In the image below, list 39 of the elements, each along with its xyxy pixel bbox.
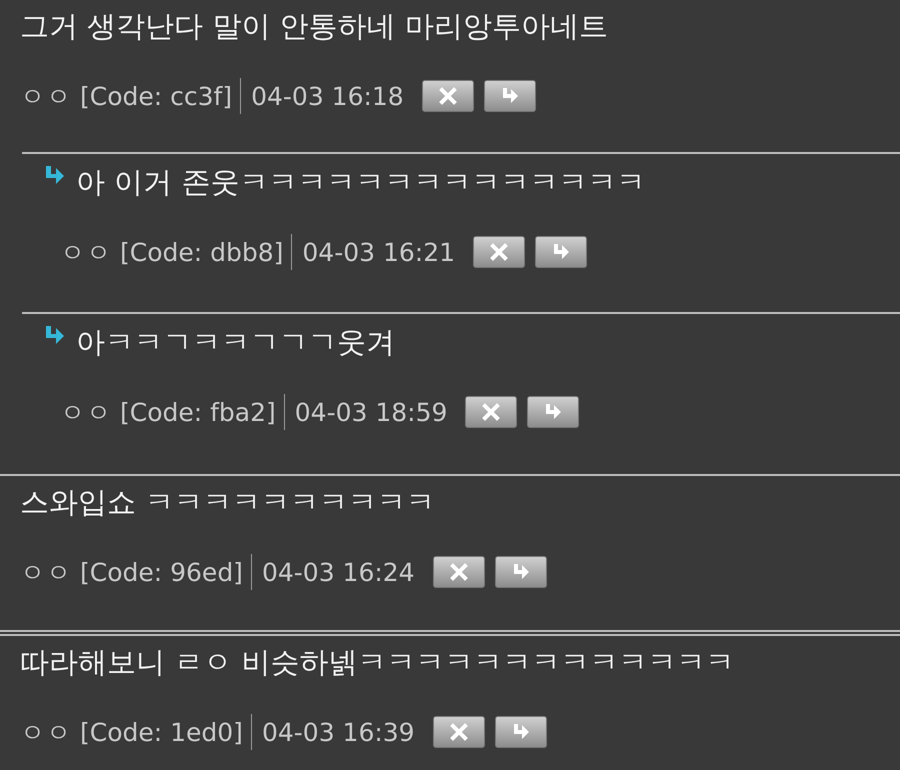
reply-button[interactable] — [527, 396, 580, 428]
delete-button[interactable] — [473, 236, 526, 268]
user-code: [Code: fba2] — [120, 398, 276, 426]
user-code: [Code: dbb8] — [120, 238, 284, 266]
timestamp: 04-03 16:21 — [302, 238, 456, 266]
user-code: [Code: 1ed0] — [80, 718, 243, 746]
close-icon — [489, 243, 510, 261]
close-icon — [438, 87, 458, 105]
comment-text: 스와입쇼 ㅋㅋㅋㅋㅋㅋㅋㅋㅋㅋ — [20, 484, 436, 521]
reply-text: 아 이거 존웃ㅋㅋㅋㅋㅋㅋㅋㅋㅋㅋㅋㅋㅋㅋ — [76, 164, 646, 201]
reply-arrow-icon — [44, 326, 66, 346]
author-name: ㅇㅇ — [20, 556, 72, 588]
close-icon — [481, 403, 502, 421]
reply-button[interactable] — [484, 80, 536, 112]
close-icon — [448, 723, 469, 741]
reply-button[interactable] — [535, 236, 588, 268]
delete-button[interactable] — [432, 716, 485, 748]
reply-arrow-icon — [543, 403, 564, 421]
author-name: ㅇㅇ — [20, 716, 72, 748]
timestamp: 04-03 16:24 — [262, 558, 415, 586]
timestamp: 04-03 16:18 — [251, 82, 404, 110]
reply-button[interactable] — [494, 556, 547, 588]
delete-button[interactable] — [432, 556, 485, 588]
reply-text: 아ㅋㅋㄱㅋㅋㄱㄱㄱ웃겨 — [76, 324, 395, 361]
comment-text: 그거 생각난다 말이 안통하네 마리앙투아네트 — [20, 8, 609, 45]
delete-button[interactable] — [422, 80, 474, 112]
author-name: ㅇㅇ — [60, 396, 112, 428]
comment-text: 따라해보니 ㄹㅇ 비슷하넭ㅋㅋㅋㅋㅋㅋㅋㅋㅋㅋㅋㅋㅋ — [20, 644, 736, 681]
user-code: [Code: cc3f] — [80, 82, 232, 110]
reply-arrow-icon — [551, 243, 572, 261]
author-name: ㅇㅇ — [60, 236, 112, 268]
close-icon — [448, 563, 469, 581]
timestamp: 04-03 18:59 — [294, 398, 448, 426]
reply-button[interactable] — [494, 716, 547, 748]
delete-button[interactable] — [465, 396, 518, 428]
reply-arrow-icon — [44, 166, 66, 186]
author-name: ㅇㅇ — [20, 80, 72, 112]
user-code: [Code: 96ed] — [80, 558, 243, 586]
timestamp: 04-03 16:39 — [262, 718, 415, 746]
